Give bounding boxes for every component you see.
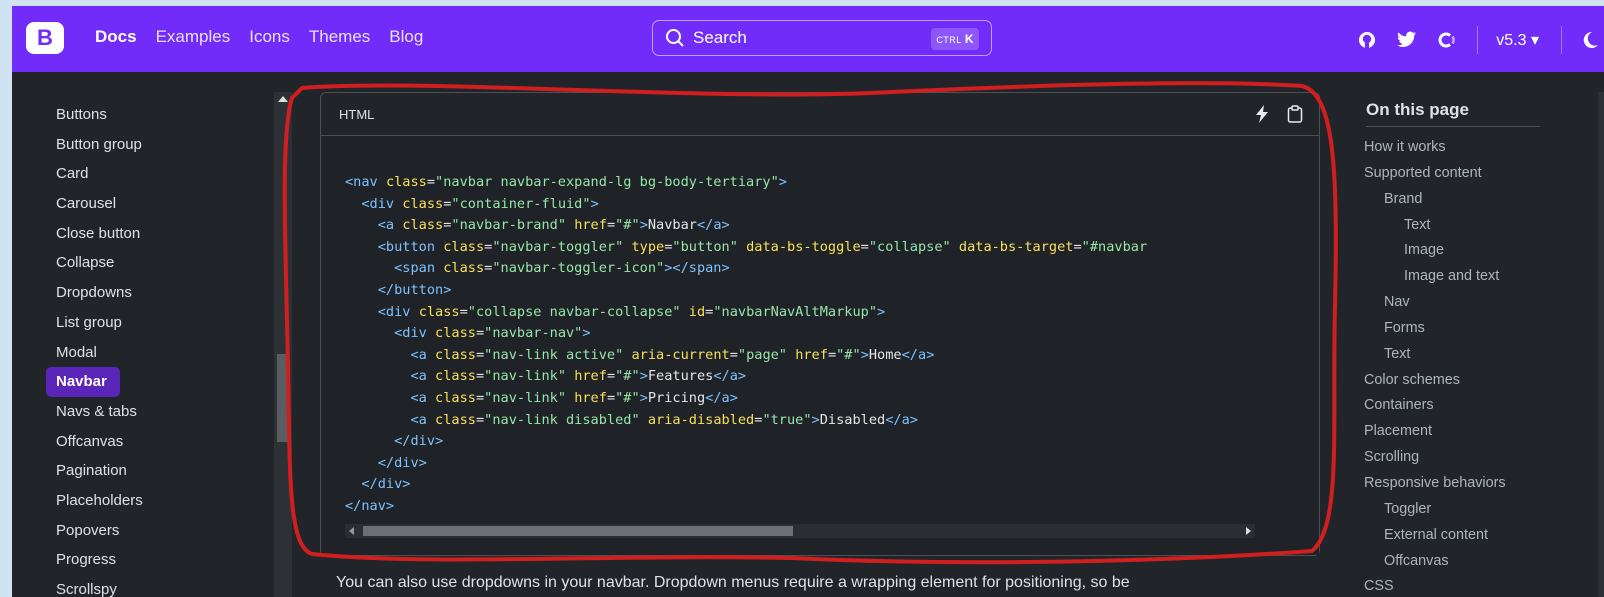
code-horizontal-scrollbar[interactable] <box>345 524 1255 538</box>
sidebar-scrollbar[interactable] <box>274 92 292 597</box>
sidebar-item-popovers[interactable]: Popovers <box>46 516 153 546</box>
scroll-right-arrow-icon[interactable] <box>1246 527 1251 535</box>
toc-item[interactable]: Scrolling <box>1364 445 1506 471</box>
nav-link-icons[interactable]: Icons <box>249 27 290 47</box>
code-snippet[interactable]: <nav class="navbar navbar-expand-lg bg-b… <box>345 172 1147 518</box>
search-shortcut: CTRL K <box>931 28 979 50</box>
theme-toggle-icon[interactable] <box>1580 30 1600 50</box>
browser-viewport: B Docs Examples Icons Themes Blog Search… <box>12 6 1604 597</box>
nav-divider <box>1477 26 1479 54</box>
sidebar-item-buttons[interactable]: Buttons <box>46 100 153 130</box>
toc-item[interactable]: Forms <box>1364 316 1506 342</box>
code-example: HTML <nav class="navbar navbar-expand-lg… <box>320 92 1320 556</box>
sidebar-item-collapse[interactable]: Collapse <box>46 248 153 278</box>
clipboard-icon[interactable] <box>1287 105 1303 123</box>
table-of-contents: On this page How it works Supported conte… <box>1352 72 1604 597</box>
code-language-label: HTML <box>339 106 375 122</box>
search-button[interactable]: Search CTRL K <box>652 20 992 56</box>
toc-item[interactable]: Text <box>1364 213 1506 239</box>
code-body[interactable]: <nav class="navbar navbar-expand-lg bg-b… <box>321 136 1319 555</box>
opencollective-icon[interactable] <box>1437 30 1457 50</box>
toc-item[interactable]: CSS <box>1364 574 1506 597</box>
sidebar-item-navs-tabs[interactable]: Navs & tabs <box>46 397 153 427</box>
toc-item[interactable]: How it works <box>1364 135 1506 161</box>
toc-item[interactable]: Text <box>1364 342 1506 368</box>
toc-item[interactable]: Offcanvas <box>1364 549 1506 575</box>
search-icon <box>666 29 684 47</box>
sidebar-item-list-group[interactable]: List group <box>46 308 153 338</box>
toc-item[interactable]: Containers <box>1364 393 1506 419</box>
github-icon[interactable] <box>1357 30 1377 50</box>
sidebar-item-modal[interactable]: Modal <box>46 338 153 368</box>
sidebar-item-close-button[interactable]: Close button <box>46 219 153 249</box>
toc-item[interactable]: Toggler <box>1364 497 1506 523</box>
sidebar-item-dropdowns[interactable]: Dropdowns <box>46 278 153 308</box>
sidebar-item-button-group[interactable]: Button group <box>46 130 153 160</box>
sidebar-item-pagination[interactable]: Pagination <box>46 456 153 486</box>
sidebar-item-scrollspy[interactable]: Scrollspy <box>46 575 153 597</box>
toc-title: On this page <box>1366 100 1469 119</box>
nav-link-themes[interactable]: Themes <box>309 27 370 47</box>
top-right-nav: v5.3 ▾ <box>1357 26 1604 54</box>
sidebar-scroll-thumb[interactable] <box>277 354 289 442</box>
docs-sidebar: Buttons Button group Card Carousel Close… <box>12 72 284 597</box>
version-dropdown[interactable]: v5.3 ▾ <box>1496 30 1539 50</box>
sidebar-item-carousel[interactable]: Carousel <box>46 189 153 219</box>
top-navbar: B Docs Examples Icons Themes Blog Search… <box>12 6 1604 72</box>
sidebar-list: Buttons Button group Card Carousel Close… <box>46 100 153 597</box>
toc-divider <box>1366 126 1540 127</box>
search-label: Search <box>693 28 747 47</box>
scroll-left-arrow-icon[interactable] <box>349 527 354 535</box>
nav-divider <box>1561 26 1562 54</box>
sidebar-item-placeholders[interactable]: Placeholders <box>46 486 153 516</box>
sidebar-item-card[interactable]: Card <box>46 159 153 189</box>
nav-link-blog[interactable]: Blog <box>389 27 423 47</box>
toc-scrollbar[interactable] <box>1598 92 1604 597</box>
toc-item[interactable]: Supported content <box>1364 161 1506 187</box>
code-header: HTML <box>321 93 1319 136</box>
toc-item[interactable]: Image <box>1364 238 1506 264</box>
twitter-icon[interactable] <box>1397 31 1417 49</box>
toc-item[interactable]: Image and text <box>1364 264 1506 290</box>
sidebar-item-offcanvas[interactable]: Offcanvas <box>46 427 153 457</box>
stackblitz-icon[interactable] <box>1255 105 1269 123</box>
sidebar-item-navbar[interactable]: Navbar <box>46 367 120 397</box>
toc-item[interactable]: Color schemes <box>1364 368 1506 394</box>
toc-item[interactable]: Placement <box>1364 419 1506 445</box>
nav-link-docs[interactable]: Docs <box>95 27 137 47</box>
sidebar-item-progress[interactable]: Progress <box>46 545 153 575</box>
toc-item[interactable]: Responsive behaviors <box>1364 471 1506 497</box>
code-scroll-thumb[interactable] <box>363 526 793 536</box>
nav-link-examples[interactable]: Examples <box>156 27 231 47</box>
bootstrap-logo[interactable]: B <box>26 22 64 54</box>
primary-nav: Docs Examples Icons Themes Blog <box>95 27 423 47</box>
toc-item[interactable]: External content <box>1364 523 1506 549</box>
toc-item[interactable]: Nav <box>1364 290 1506 316</box>
toc-item[interactable]: Brand <box>1364 187 1506 213</box>
toc-list: How it works Supported content Brand Text Im… <box>1364 135 1506 597</box>
scroll-up-arrow-icon[interactable] <box>278 96 288 102</box>
body-paragraph: You can also use dropdowns in your navba… <box>336 574 1130 591</box>
